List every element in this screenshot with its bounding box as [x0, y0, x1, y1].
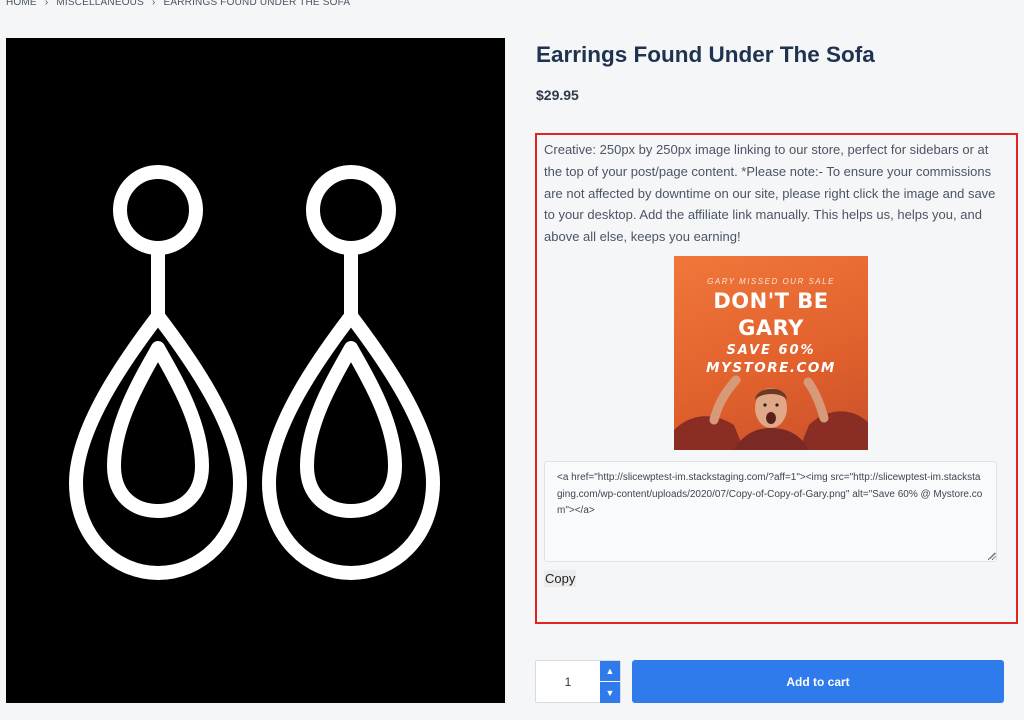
banner-top-line: GARY MISSED OUR SALE — [707, 277, 835, 286]
breadcrumb-miscellaneous[interactable]: MISCELLANEOUS — [56, 0, 144, 8]
banner-headline-1: DON'T BE — [713, 289, 829, 313]
creative-banner-image[interactable]: GARY MISSED OUR SALE DON'T BE GARY SAVE … — [674, 256, 868, 450]
chevron-down-icon[interactable]: ▼ — [600, 682, 620, 703]
chevron-up-icon[interactable]: ▲ — [600, 661, 620, 682]
product-price: $29.95 — [536, 87, 579, 103]
quantity-input[interactable] — [536, 661, 600, 702]
chevron-right-icon: › — [151, 0, 156, 8]
person-shocked-icon — [674, 375, 868, 450]
affiliate-creative-panel: Creative: 250px by 250px image linking t… — [535, 133, 1018, 624]
copy-button[interactable]: Copy — [544, 570, 577, 587]
add-to-cart-button[interactable]: Add to cart — [632, 660, 1004, 703]
product-image[interactable] — [6, 38, 505, 703]
quantity-stepper: ▲ ▼ — [535, 660, 621, 703]
banner-headline-2: GARY — [738, 316, 804, 340]
creative-description: Creative: 250px by 250px image linking t… — [544, 142, 996, 245]
creative-code-textarea[interactable]: <a href="http://slicewptest-im.stackstag… — [544, 461, 997, 562]
banner-save: SAVE 60% — [726, 343, 816, 358]
breadcrumb-home[interactable]: HOME — [6, 0, 37, 8]
breadcrumb-current: EARRINGS FOUND UNDER THE SOFA — [163, 0, 351, 8]
breadcrumb: HOME › MISCELLANEOUS › EARRINGS FOUND UN… — [6, 0, 350, 8]
earrings-icon — [69, 165, 440, 580]
resize-grip-icon[interactable] — [989, 552, 997, 560]
product-title: Earrings Found Under The Sofa — [536, 42, 875, 67]
chevron-right-icon: › — [44, 0, 49, 8]
